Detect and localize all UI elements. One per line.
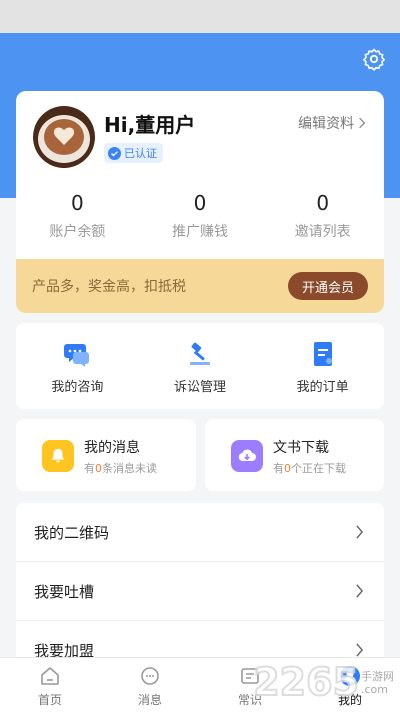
watermark-site-name: 手游网 xyxy=(361,670,394,683)
check-icon xyxy=(108,146,121,160)
tab-messages[interactable]: 消息 xyxy=(100,658,200,712)
message-icon xyxy=(141,667,159,685)
stat-label: 推广赚钱 xyxy=(172,224,228,240)
menu-item-qrcode[interactable]: 我的二维码 xyxy=(16,503,384,562)
settings-gear-icon[interactable] xyxy=(362,47,386,71)
litigation-management-button[interactable]: 诉讼管理 xyxy=(139,323,262,409)
verified-label: 已认证 xyxy=(124,147,157,160)
promo-text: 产品多，奖金高，扣抵税 xyxy=(32,279,186,295)
menu-item-feedback[interactable]: 我要吐槽 xyxy=(16,562,384,621)
order-document-icon xyxy=(313,342,332,366)
stat-value: 0 xyxy=(316,191,330,215)
stat-value: 0 xyxy=(193,191,207,215)
messages-prefix: 有 xyxy=(84,462,95,475)
menu-item-label: 我的二维码 xyxy=(34,523,110,542)
site-watermark: 2265 手游网 .com xyxy=(252,659,394,705)
chevron-right-icon xyxy=(356,643,364,657)
watermark-domain: .com xyxy=(361,683,388,696)
cloud-download-icon xyxy=(231,440,263,472)
open-membership-button[interactable]: 开通会员 xyxy=(287,272,368,300)
stat-label: 邀请列表 xyxy=(294,224,351,240)
document-downloads-card[interactable]: 文书下载 有0个正在下载 xyxy=(205,419,384,491)
downloads-suffix: 个正在下载 xyxy=(291,462,346,475)
messages-unread-count: 0 xyxy=(95,462,102,475)
stat-balance[interactable]: 0 账户余额 xyxy=(16,191,139,241)
stat-promotion[interactable]: 0 推广赚钱 xyxy=(139,191,262,241)
my-consultation-button[interactable]: 我的咨询 xyxy=(16,323,139,409)
chevron-right-icon xyxy=(356,525,364,539)
messages-suffix: 条消息未读 xyxy=(102,462,157,475)
coffee-avatar-icon xyxy=(33,106,95,168)
my-orders-button[interactable]: 我的订单 xyxy=(261,323,384,409)
tab-label: 首页 xyxy=(37,693,62,707)
tab-home[interactable]: 首页 xyxy=(0,658,100,712)
quick-action-label: 我的订单 xyxy=(296,380,349,395)
bell-icon xyxy=(42,440,74,472)
stat-label: 账户余额 xyxy=(49,224,106,240)
user-greeting: Hi,董用户 xyxy=(104,113,196,137)
tab-label: 消息 xyxy=(137,693,162,707)
verified-badge: 已认证 xyxy=(104,143,163,163)
chat-bubble-icon xyxy=(64,344,90,367)
quick-action-label: 我的咨询 xyxy=(51,380,104,395)
quick-actions-card: 我的咨询 诉讼管理 我的订单 xyxy=(16,323,384,409)
chevron-right-icon xyxy=(356,584,364,598)
quick-action-label: 诉讼管理 xyxy=(174,380,227,395)
watermark-text: 手游网 .com xyxy=(361,670,394,696)
chevron-right-icon xyxy=(359,117,366,129)
edit-profile-link[interactable]: 编辑资料 xyxy=(298,113,366,133)
avatar[interactable] xyxy=(33,106,95,168)
watermark-number: 2265 xyxy=(252,659,360,705)
downloads-count: 0 xyxy=(284,462,291,475)
downloads-prefix: 有 xyxy=(273,462,284,475)
status-bar xyxy=(0,0,400,33)
gavel-icon xyxy=(190,342,210,365)
downloads-status-text: 有0个正在下载 xyxy=(273,460,346,476)
stats-row: 0 账户余额 0 推广赚钱 0 邀请列表 xyxy=(16,191,384,241)
stat-value: 0 xyxy=(70,191,84,215)
my-messages-card[interactable]: 我的消息 有0条消息未读 xyxy=(16,419,196,491)
membership-promo-banner: 产品多，奖金高，扣抵税 开通会员 xyxy=(16,259,384,313)
downloads-title: 文书下载 xyxy=(273,440,329,456)
edit-profile-label: 编辑资料 xyxy=(298,116,354,132)
menu-item-label: 我要吐槽 xyxy=(34,582,95,601)
home-icon xyxy=(41,667,59,685)
messages-title: 我的消息 xyxy=(84,440,140,456)
menu-list: 我的二维码 我要吐槽 我要加盟 xyxy=(16,503,384,663)
stat-invites[interactable]: 0 邀请列表 xyxy=(261,191,384,241)
messages-unread-text: 有0条消息未读 xyxy=(84,460,157,476)
profile-card: Hi,董用户 已认证 编辑资料 0 账户余额 0 推广赚钱 0 邀请列表 产品多… xyxy=(16,91,384,313)
